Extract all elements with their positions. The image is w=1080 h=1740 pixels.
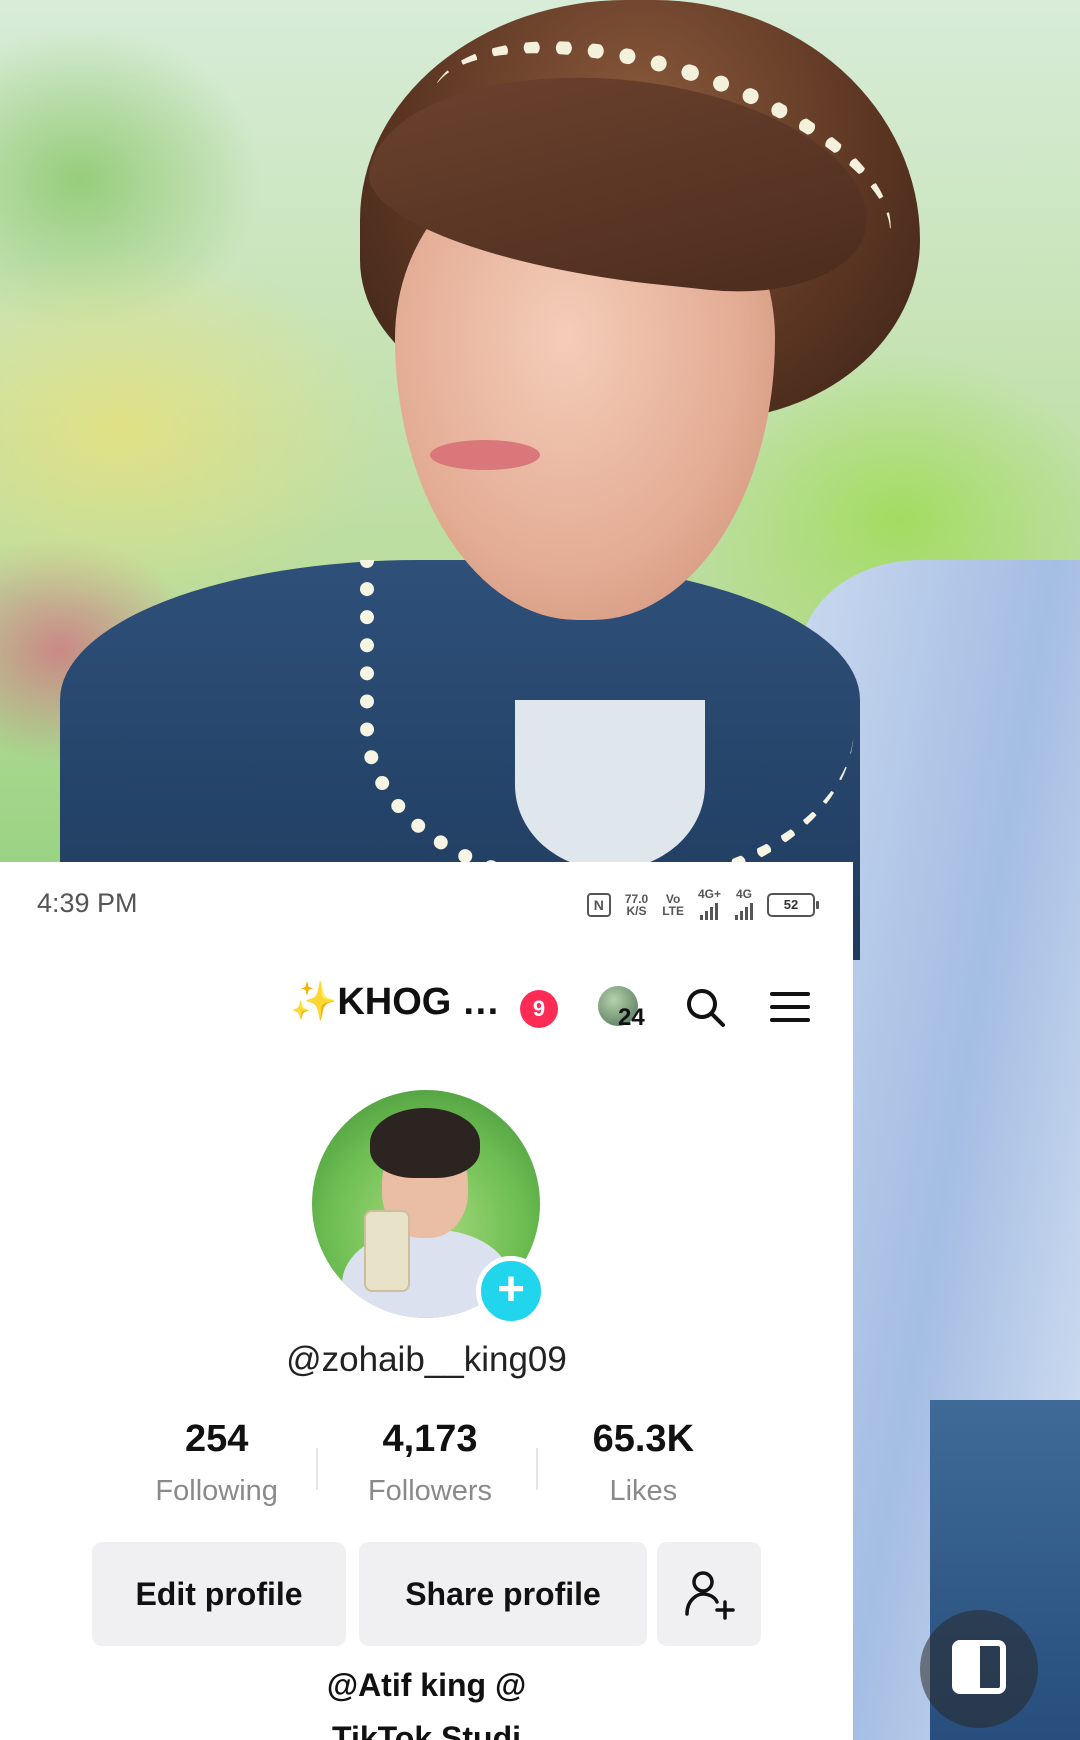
network-speed-unit: K/S xyxy=(626,904,647,918)
status-icons: N 77.0 K/S Vo LTE 4G+ 4G 52 xyxy=(586,888,819,922)
signal-2: 4G xyxy=(735,888,753,922)
display-name[interactable]: ✨KHOG … xyxy=(290,980,500,1024)
split-screen-box xyxy=(952,1640,1006,1694)
profile-stats: 254 Following 4,173 Followers 65.3K Like… xyxy=(110,1418,750,1528)
add-user-icon xyxy=(685,1571,735,1620)
signal-bars-icon xyxy=(735,900,753,920)
signal-bars-icon xyxy=(700,900,719,920)
stat-label: Following xyxy=(155,1475,278,1507)
search-icon[interactable] xyxy=(684,986,726,1028)
status-time: 4:39 PM xyxy=(37,888,138,918)
profile-header: ✨KHOG … 9 24 xyxy=(0,972,853,1042)
nfc-icon: N xyxy=(586,893,611,917)
battery-icon: 52 xyxy=(767,893,819,917)
signal-2-label: 4G xyxy=(735,887,752,901)
add-story-plus-icon[interactable]: + xyxy=(476,1256,546,1326)
volte-bottom: LTE xyxy=(662,904,684,918)
add-friend-button[interactable] xyxy=(657,1542,761,1646)
story-count[interactable]: 24 xyxy=(618,1004,645,1032)
signal-1: 4G+ xyxy=(698,888,721,922)
stat-followers[interactable]: 4,173 Followers xyxy=(323,1418,536,1528)
signal-1-label: 4G+ xyxy=(697,887,721,901)
profile-screen: 4:39 PM N 77.0 K/S Vo LTE 4G+ 4G 52 ✨KHO… xyxy=(0,862,853,1740)
stat-label: Likes xyxy=(609,1475,678,1507)
bio-text: @Atif king @ xyxy=(326,1667,527,1703)
stat-label: Followers xyxy=(367,1475,493,1507)
split-screen-half xyxy=(958,1646,980,1688)
network-speed: 77.0 K/S xyxy=(625,893,648,917)
volte-indicator: Vo LTE xyxy=(662,893,684,917)
tiktok-studio-link[interactable]: TikTok Studi xyxy=(0,1720,853,1740)
edit-profile-button[interactable]: Edit profile xyxy=(92,1542,346,1646)
status-bar: 4:39 PM N 77.0 K/S Vo LTE 4G+ 4G 52 xyxy=(0,862,853,942)
share-profile-button[interactable]: Share profile xyxy=(359,1542,647,1646)
stat-value: 4,173 xyxy=(382,1418,478,1460)
stat-likes[interactable]: 65.3K Likes xyxy=(537,1418,750,1528)
stat-value: 65.3K xyxy=(592,1418,695,1460)
notification-badge[interactable]: 9 xyxy=(520,990,558,1028)
stat-divider xyxy=(536,1448,538,1490)
split-screen-icon[interactable] xyxy=(920,1610,1038,1728)
avatar-hair xyxy=(370,1108,480,1178)
avatar-phone xyxy=(364,1210,410,1292)
stat-value: 254 xyxy=(184,1418,249,1460)
stat-divider xyxy=(316,1448,318,1490)
menu-icon[interactable] xyxy=(770,992,810,1022)
username: @zohaib__king09 xyxy=(286,1340,567,1379)
photo-lips xyxy=(430,440,540,470)
stat-following[interactable]: 254 Following xyxy=(110,1418,323,1528)
